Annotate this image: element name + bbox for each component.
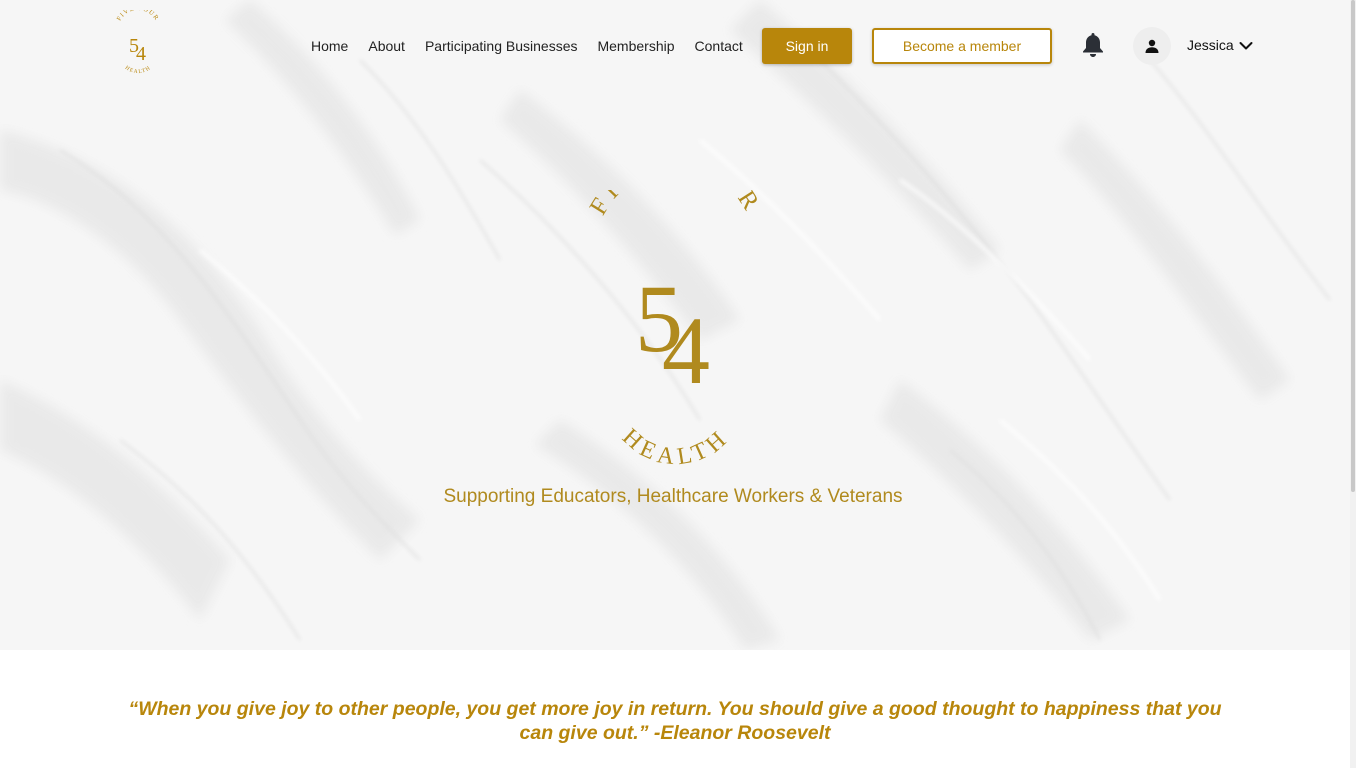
- quote-text: “When you give joy to other people, you …: [128, 698, 1222, 744]
- center-logo: FIVE FOUR 5 4 HEALTH: [585, 190, 767, 470]
- nav-link-home[interactable]: Home: [301, 38, 358, 54]
- header-logo-top-text: FIVE FOUR: [116, 10, 159, 22]
- svg-text:FIVE FOUR: FIVE FOUR: [585, 190, 767, 220]
- nav-link-contact[interactable]: Contact: [685, 38, 753, 54]
- header-logo-digit-four: 4: [136, 43, 146, 65]
- nav-link-participating-businesses[interactable]: Participating Businesses: [415, 38, 588, 54]
- nav-link-about[interactable]: About: [358, 38, 415, 54]
- nav-link-membership[interactable]: Membership: [587, 38, 684, 54]
- logo-digit-four: 4: [662, 297, 710, 404]
- svg-text:HEALTH: HEALTH: [124, 65, 152, 75]
- main-nav: Home About Participating Businesses Memb…: [301, 28, 753, 64]
- scrollbar-thumb[interactable]: [1351, 0, 1355, 492]
- svg-text:HEALTH: HEALTH: [617, 424, 735, 470]
- hero-tagline: Supporting Educators, Healthcare Workers…: [443, 486, 903, 507]
- chevron-down-icon[interactable]: [1239, 41, 1253, 51]
- become-member-button[interactable]: Become a member: [872, 28, 1052, 64]
- user-avatar[interactable]: [1133, 27, 1171, 65]
- logo-bottom-text: HEALTH: [617, 424, 730, 470]
- header-logo[interactable]: FIVE FOUR 5 4 HEALTH: [112, 10, 164, 80]
- header-logo-bottom-text: HEALTH: [124, 65, 151, 75]
- bell-icon[interactable]: [1081, 32, 1105, 58]
- user-name[interactable]: Jessica: [1187, 37, 1234, 53]
- user-icon: [1145, 39, 1159, 53]
- svg-text:FIVE FOUR: FIVE FOUR: [116, 10, 161, 22]
- sign-in-button[interactable]: Sign in: [762, 28, 852, 64]
- logo-top-text: FIVE FOUR: [585, 190, 761, 220]
